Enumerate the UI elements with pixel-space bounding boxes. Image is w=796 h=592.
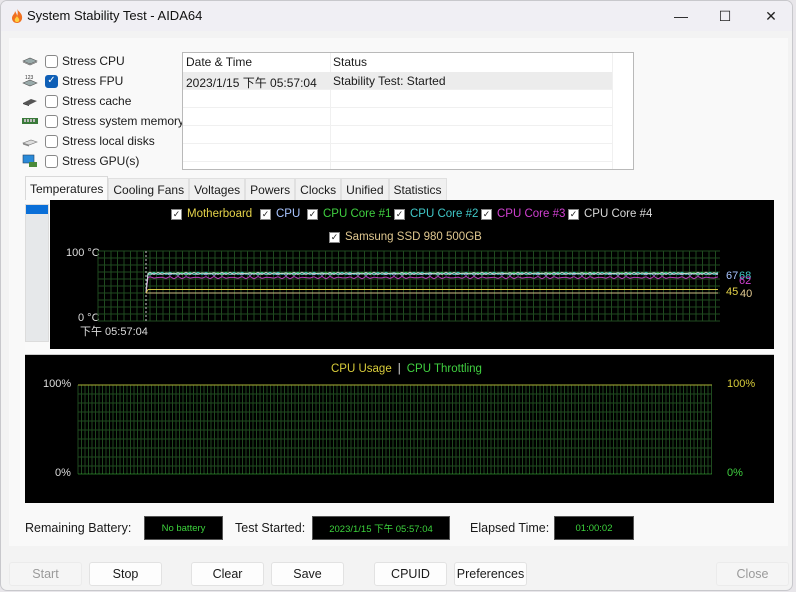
tab-temperatures[interactable]: Temperatures <box>25 176 109 200</box>
stress-disks-checkbox[interactable] <box>45 134 58 148</box>
stop-button[interactable]: Stop <box>89 562 162 586</box>
tab-voltages[interactable]: Voltages <box>189 178 246 200</box>
stress-gpu-label: Stress GPU(s) <box>62 154 140 168</box>
stress-cpu-checkbox[interactable] <box>45 54 58 68</box>
log-row[interactable]: 2023/1/15 下午 05:57:04 Stability Test: St… <box>183 72 612 90</box>
stress-cache-checkbox[interactable] <box>45 94 58 108</box>
temperature-plot: 67 686245 40 <box>97 250 752 322</box>
log-status-cell: Stability Test: Started <box>333 74 446 88</box>
log-row-empty <box>183 90 612 108</box>
stress-cache-label: Stress cache <box>62 94 132 108</box>
tab-statistics[interactable]: Statistics <box>388 178 447 200</box>
temperatures-panel: ✓ Motherboard ✓ CPU ✓ CPU Core #1 ✓ CPU … <box>25 200 774 503</box>
save-button[interactable]: Save <box>271 562 344 586</box>
stress-disks-option[interactable]: Stress local disks <box>21 132 155 150</box>
tab-clocks[interactable]: Clocks <box>295 178 342 200</box>
aida64-window: System Stability Test - AIDA64 — ☐ ✕ Str… <box>0 0 793 591</box>
elapsed-time-value: 01:00:02 <box>554 516 634 540</box>
stress-cpu-option[interactable]: Stress CPU <box>21 52 125 70</box>
sensor-tabs: Temperatures Cooling Fans Voltages Power… <box>25 176 447 200</box>
stress-cpu-label: Stress CPU <box>62 54 125 68</box>
aida64-flame-icon <box>12 9 23 23</box>
close-window-button[interactable]: ✕ <box>748 1 792 31</box>
column-header-date-time[interactable]: Date & Time <box>186 55 252 69</box>
temperature-chart: ✓ Motherboard ✓ CPU ✓ CPU Core #1 ✓ CPU … <box>50 200 774 349</box>
minimize-button[interactable]: — <box>658 1 704 31</box>
stress-gpu-option[interactable]: Stress GPU(s) <box>21 152 139 170</box>
clear-button[interactable]: Clear <box>191 562 264 586</box>
tab-unified[interactable]: Unified <box>341 178 389 200</box>
cpuid-button[interactable]: CPUID <box>374 562 447 586</box>
preferences-button[interactable]: Preferences <box>454 562 527 586</box>
test-started-label: Test Started: <box>235 521 306 535</box>
stress-cache-option[interactable]: Stress cache <box>21 92 131 110</box>
log-header-row: Date & Time Status <box>183 53 612 71</box>
elapsed-time-label: Elapsed Time: <box>470 521 550 535</box>
temp-value-label: 67 <box>726 270 738 282</box>
client-area: Stress CPU 123 ✓ Stress FPU Stress cache… <box>9 38 788 546</box>
stress-memory-checkbox[interactable] <box>45 114 58 128</box>
battery-label: Remaining Battery: <box>25 521 132 535</box>
memory-module-icon <box>22 118 38 124</box>
stress-fpu-checkbox[interactable]: ✓ <box>45 74 58 88</box>
cpu-usage-plot <box>77 384 712 475</box>
column-header-status[interactable]: Status <box>333 55 367 69</box>
cpu-usage-chart: CPU Usage | CPU Throttling 100% 0% 100% … <box>25 354 774 503</box>
gpu-monitor-icon <box>22 154 37 167</box>
log-row-empty <box>183 144 612 162</box>
close-button[interactable]: Close <box>716 562 789 586</box>
tab-powers[interactable]: Powers <box>245 178 296 200</box>
log-row-empty <box>183 126 612 144</box>
event-log-table[interactable]: Date & Time Status 2023/1/15 下午 05:57:04… <box>182 52 634 170</box>
stress-memory-option[interactable]: Stress system memory <box>21 112 184 130</box>
stress-fpu-label: Stress FPU <box>62 74 124 88</box>
log-row-empty <box>183 108 612 126</box>
column-divider <box>612 53 613 169</box>
disk-drive-icon <box>22 139 38 147</box>
test-started-value: 2023/1/15 下午 05:57:04 <box>312 516 450 540</box>
log-date-cell: 2023/1/15 下午 05:57:04 <box>186 76 317 90</box>
temp-value-label: 45 <box>726 286 738 298</box>
cache-icon <box>23 99 37 106</box>
stress-disks-label: Stress local disks <box>62 134 155 148</box>
temp-series-line <box>145 289 718 294</box>
temp-value-label: 62 <box>739 275 751 287</box>
temp-value-label: 40 <box>740 288 752 300</box>
sensor-list-scroll[interactable] <box>25 204 49 342</box>
maximize-button[interactable]: ☐ <box>702 1 748 31</box>
sensor-list-selected-item[interactable] <box>26 205 48 214</box>
cpu-chip-icon <box>22 57 38 66</box>
battery-value: No battery <box>144 516 223 540</box>
stress-memory-label: Stress system memory <box>62 114 185 128</box>
status-row: Remaining Battery: No battery Test Start… <box>25 516 775 540</box>
window-title: System Stability Test - AIDA64 <box>27 8 203 23</box>
start-button[interactable]: Start <box>9 562 82 586</box>
title-bar: System Stability Test - AIDA64 — ☐ ✕ <box>1 1 792 31</box>
stress-gpu-checkbox[interactable] <box>45 154 58 168</box>
tab-cooling-fans[interactable]: Cooling Fans <box>108 178 190 200</box>
fpu-chip-icon: 123 <box>22 75 38 87</box>
stress-fpu-option[interactable]: 123 ✓ Stress FPU <box>21 72 123 90</box>
